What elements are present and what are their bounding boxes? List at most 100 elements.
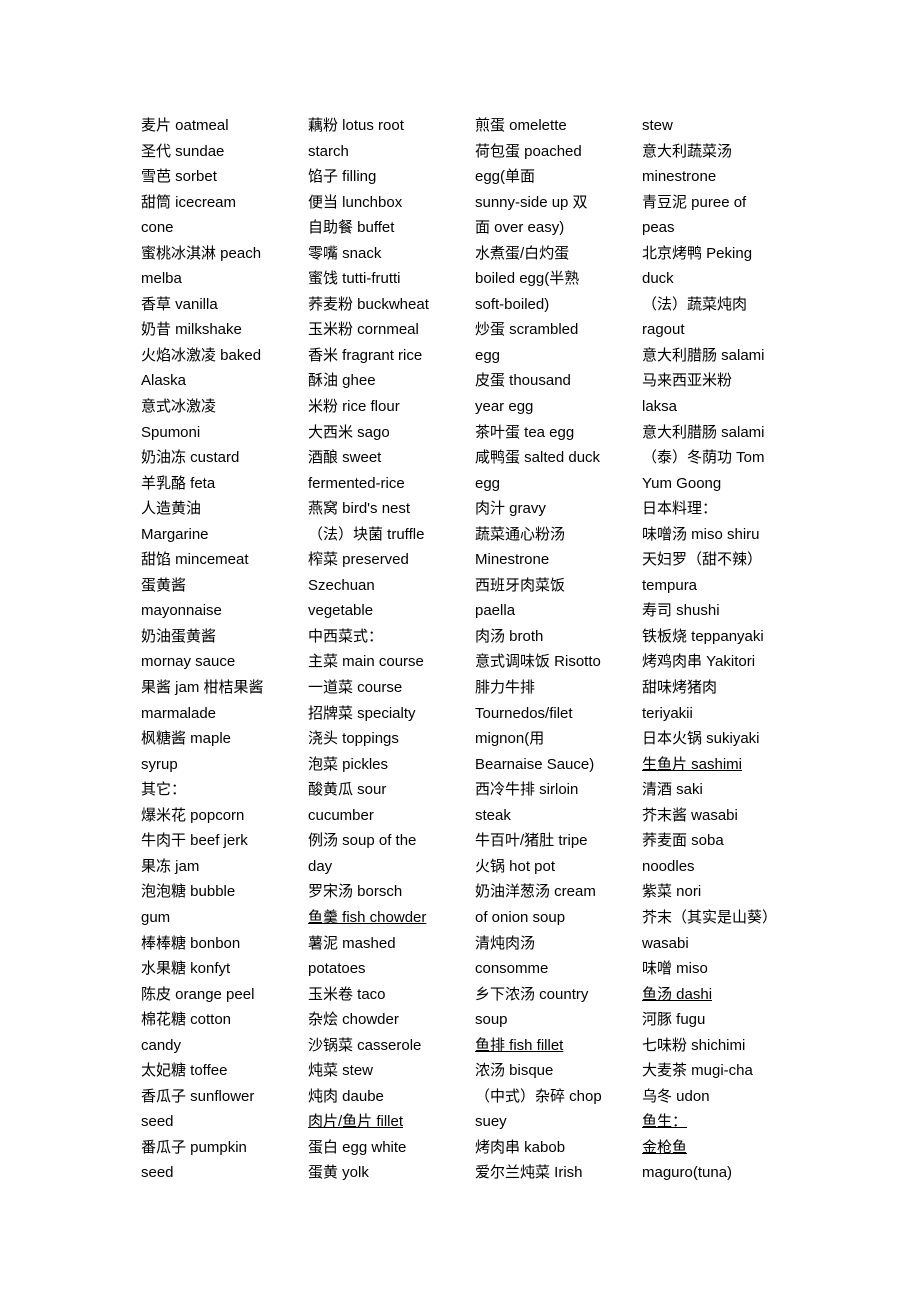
list-item: 枫糖酱 maple <box>141 730 232 748</box>
list-item: 荞麦粉 buckwheat <box>308 295 429 313</box>
list-item: soft-boiled) <box>475 295 550 313</box>
list-item: tempura <box>642 576 698 594</box>
list-item: 果冻 jam <box>141 857 200 875</box>
list-item: egg <box>475 346 501 364</box>
list-item: 鱼汤 dashi <box>642 985 713 1003</box>
list-item: 青豆泥 puree of <box>642 193 747 211</box>
list-item: Alaska <box>141 372 187 390</box>
list-item: 甜筒 icecream <box>141 193 237 211</box>
list-item: 清酒 saki <box>642 781 703 799</box>
list-item: 日本火锅 sukiyaki <box>642 730 760 748</box>
list-item: 肉汤 broth <box>475 627 544 645</box>
glossary-column-1: 麦片 oatmeal 圣代 sundae 雪芭 sorbet 甜筒 icecre… <box>141 113 308 1186</box>
list-item: 意大利腊肠 salami <box>642 346 765 364</box>
list-item: 酒酿 sweet <box>308 449 382 467</box>
list-item: 玉米粉 cornmeal <box>308 321 419 339</box>
list-item: 鱼生： <box>642 1113 688 1131</box>
list-item: 水果糖 konfyt <box>141 960 231 978</box>
list-item: gum <box>141 908 171 926</box>
list-item: boiled egg(半熟 <box>475 270 580 288</box>
list-item: duck <box>642 270 674 288</box>
list-item: 馅子 filling <box>308 168 377 186</box>
list-item: starch <box>308 142 349 160</box>
list-item: 香瓜子 sunflower <box>141 1087 255 1105</box>
list-item: consomme <box>475 960 549 978</box>
list-item: 便当 lunchbox <box>308 193 403 211</box>
list-item: 金枪鱼 <box>642 1138 688 1156</box>
list-item: 意大利蔬菜汤 <box>642 142 733 160</box>
list-item: 奶昔 milkshake <box>141 321 242 339</box>
list-item: （法）蔬菜炖肉 <box>642 295 748 313</box>
list-item: 乡下浓汤 country <box>475 985 589 1003</box>
list-item: 奶油洋葱汤 cream <box>475 883 596 901</box>
list-item: wasabi <box>642 934 689 952</box>
list-item: 沙锅菜 casserole <box>308 1036 422 1054</box>
list-item: （中式）杂碎 chop <box>475 1087 602 1105</box>
list-item: 火锅 hot pot <box>475 857 556 875</box>
list-item: 清炖肉汤 <box>475 934 536 952</box>
list-item: 味噌汤 miso shiru <box>642 525 760 543</box>
list-item: 大麦茶 mugi-cha <box>642 1062 753 1080</box>
list-item: Spumoni <box>141 423 201 441</box>
list-item: 北京烤鸭 Peking <box>642 244 753 262</box>
list-item: 紫菜 nori <box>642 883 702 901</box>
list-item: 荞麦面 soba <box>642 832 724 850</box>
list-item: laksa <box>642 398 678 416</box>
list-item: 奶油蛋黄酱 <box>141 627 217 645</box>
list-item: 芥末酱 wasabi <box>642 806 738 824</box>
list-item: 蔬菜通心粉汤 <box>475 525 566 543</box>
list-item: sunny-side up 双 <box>475 193 588 211</box>
list-item: paella <box>475 602 516 620</box>
list-item: Yum Goong <box>642 474 722 492</box>
list-item: 火焰冰激凌 baked <box>141 346 262 364</box>
list-item: 水煮蛋/白灼蛋 <box>475 244 570 262</box>
list-item: 藕粉 lotus root <box>308 117 404 134</box>
list-item: marmalade <box>141 704 217 722</box>
list-item: mayonnaise <box>141 602 222 620</box>
list-item: 米粉 rice flour <box>308 398 400 416</box>
list-item: 蛋黄酱 <box>141 576 187 594</box>
list-item: 爱尔兰炖菜 Irish <box>475 1164 583 1182</box>
list-item: melba <box>141 270 182 288</box>
list-item: Margarine <box>141 525 209 543</box>
list-item: maguro(tuna) <box>642 1164 733 1182</box>
list-item: 奶油冻 custard <box>141 449 240 467</box>
glossary-column-4: stew 意大利蔬菜汤 minestrone 青豆泥 puree of peas… <box>642 113 841 1186</box>
list-item: 生鱼片 sashimi <box>642 755 743 773</box>
list-item: 罗宋汤 borsch <box>308 883 403 901</box>
list-item: vegetable <box>308 602 374 620</box>
list-item: teriyakii <box>642 704 693 722</box>
list-item: mignon(用 <box>475 730 545 748</box>
list-item: 例汤 soup of the <box>308 832 417 850</box>
list-item: 肉片/鱼片 fillet <box>308 1113 404 1131</box>
list-item: 棉花糖 cotton <box>141 1011 232 1029</box>
list-item: 浇头 toppings <box>308 730 399 748</box>
list-item: 牛肉干 beef jerk <box>141 832 248 850</box>
list-item: 蜜桃冰淇淋 peach <box>141 244 262 262</box>
list-item: 味噌 miso <box>642 960 708 978</box>
list-item: 薯泥 mashed <box>308 934 396 952</box>
list-item: 棒棒糖 bonbon <box>141 934 241 952</box>
list-item: Tournedos/filet <box>475 704 573 722</box>
list-item: candy <box>141 1036 182 1054</box>
glossary-column-3: 煎蛋 omelette 荷包蛋 poached egg(单面 sunny-sid… <box>475 113 642 1186</box>
list-item: 肉汁 gravy <box>475 500 546 518</box>
list-item: Bearnaise Sauce) <box>475 755 595 773</box>
list-item: （泰）冬荫功 Tom <box>642 449 765 467</box>
list-item: 意式调味饭 Risotto <box>475 653 601 671</box>
list-item: minestrone <box>642 168 717 186</box>
list-item: 马来西亚米粉 <box>642 372 733 390</box>
list-item: soup <box>475 1011 508 1029</box>
list-item: 酸黄瓜 sour <box>308 781 387 799</box>
list-item: 烤鸡肉串 Yakitori <box>642 653 756 671</box>
list-item: seed <box>141 1164 174 1182</box>
list-item: 铁板烧 teppanyaki <box>642 627 764 645</box>
list-item: 面 over easy) <box>475 219 565 237</box>
list-item: 腓力牛排 <box>475 679 536 697</box>
list-item: seed <box>141 1113 174 1131</box>
list-item: 咸鸭蛋 salted duck <box>475 449 601 467</box>
list-item: 一道菜 course <box>308 679 403 697</box>
list-item: egg(单面 <box>475 168 536 186</box>
list-item: 中西菜式： <box>308 627 384 645</box>
list-item: 麦片 oatmeal <box>141 117 229 134</box>
